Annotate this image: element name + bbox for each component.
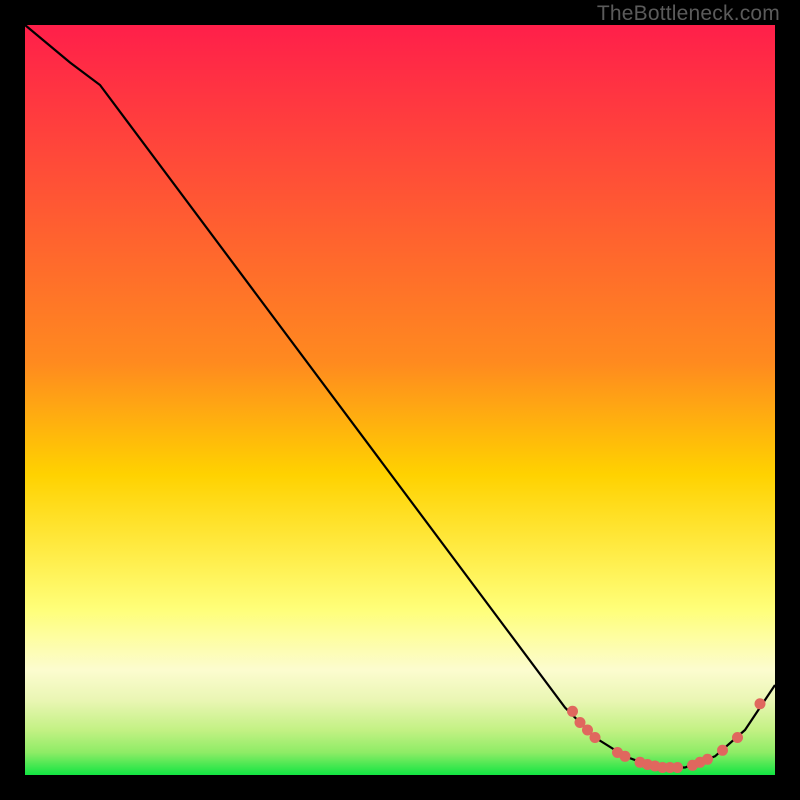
marker-dot: [620, 751, 631, 762]
marker-dot: [732, 732, 743, 743]
chart-stage: { "attribution": "TheBottleneck.com", "c…: [0, 0, 800, 800]
marker-dot: [590, 732, 601, 743]
marker-dot: [702, 754, 713, 765]
bottleneck-chart: [0, 0, 800, 800]
marker-dot: [672, 762, 683, 773]
gradient-background: [25, 25, 775, 775]
marker-dot: [755, 698, 766, 709]
marker-dot: [567, 706, 578, 717]
marker-dot: [717, 745, 728, 756]
attribution-text: TheBottleneck.com: [597, 2, 780, 26]
